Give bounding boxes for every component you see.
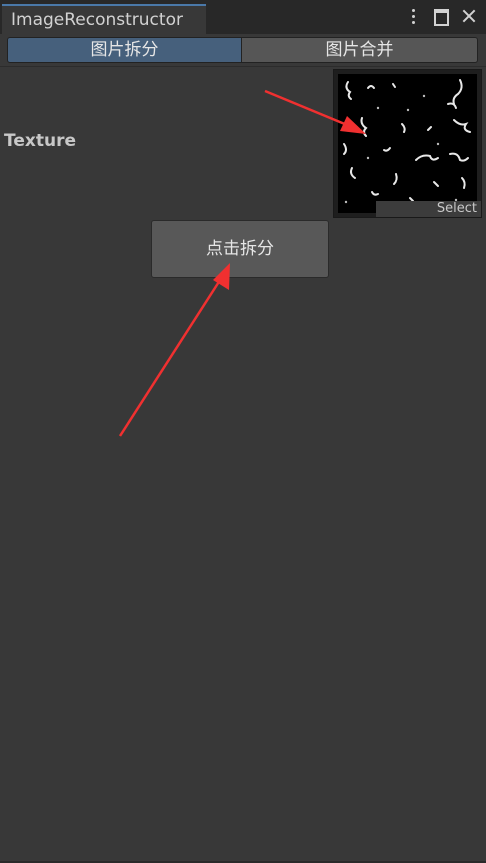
texture-select-button[interactable]: Select xyxy=(376,201,481,217)
close-icon[interactable] xyxy=(460,6,478,26)
toolbar-divider xyxy=(0,66,486,67)
texture-object-field[interactable]: Select xyxy=(333,69,482,218)
title-bar: ImageReconstructor xyxy=(0,0,486,34)
tab-split-image[interactable]: 图片拆分 xyxy=(7,37,242,63)
window-controls xyxy=(404,6,478,26)
kebab-menu-icon[interactable] xyxy=(404,6,422,26)
window-tab-title: ImageReconstructor xyxy=(11,10,183,30)
annotation-arrow-button xyxy=(118,263,230,437)
texture-preview-thumbnail xyxy=(338,74,477,213)
texture-label: Texture xyxy=(4,131,76,151)
maximize-icon[interactable] xyxy=(432,6,450,26)
tab-merge-image[interactable]: 图片合并 xyxy=(242,37,478,63)
mode-toolbar: 图片拆分 图片合并 xyxy=(7,37,478,63)
window-tab[interactable]: ImageReconstructor xyxy=(2,4,206,34)
split-image-button[interactable]: 点击拆分 xyxy=(151,220,329,278)
image-reconstructor-window: ImageReconstructor 图片拆分 图片合并 Texture Sel… xyxy=(0,0,486,863)
